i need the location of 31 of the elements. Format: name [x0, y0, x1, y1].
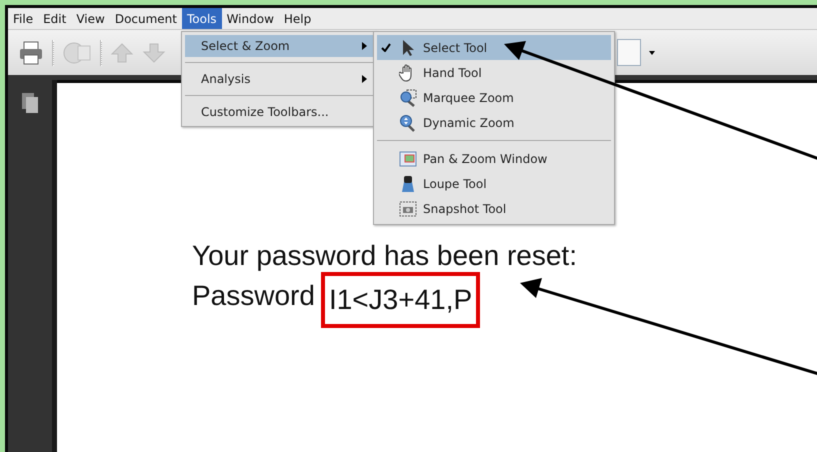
- window-icon: [399, 150, 417, 168]
- zoom-icon: [399, 114, 417, 132]
- menu-item[interactable]: Analysis: [185, 68, 373, 90]
- menu-item[interactable]: View: [71, 8, 110, 29]
- camera-icon: [399, 200, 417, 218]
- menu-item[interactable]: File: [8, 8, 38, 29]
- menu-item[interactable]: Marquee Zoom: [377, 85, 611, 110]
- menu-item[interactable]: Select Tool: [377, 35, 611, 60]
- menu-item[interactable]: Tools: [182, 8, 222, 29]
- password-value: I1<J3+41,P: [320, 272, 480, 328]
- caret-icon[interactable]: [649, 50, 655, 54]
- menu-item[interactable]: Edit: [38, 8, 72, 29]
- menu-item[interactable]: Select & Zoom: [185, 35, 373, 57]
- menu-item[interactable]: Pan & Zoom Window: [377, 146, 611, 171]
- heading-text: Your password has been reset:: [192, 239, 578, 273]
- menu-item[interactable]: Customize Toolbars...: [185, 101, 373, 123]
- menu-item[interactable]: Document: [110, 8, 182, 29]
- password-label: Password: [192, 279, 315, 313]
- menu-item[interactable]: Help: [278, 8, 316, 29]
- menu-item[interactable]: Hand Tool: [377, 60, 611, 85]
- down-arrow-icon[interactable]: [142, 40, 166, 64]
- printer-icon[interactable]: [18, 40, 44, 66]
- up-arrow-icon[interactable]: [110, 40, 134, 64]
- pages-icon[interactable]: [21, 92, 39, 114]
- menu-item[interactable]: Loupe Tool: [377, 171, 611, 196]
- menu-item[interactable]: Window: [222, 8, 279, 29]
- menu-item[interactable]: Dynamic Zoom: [377, 110, 611, 135]
- zoom-field[interactable]: [617, 39, 641, 66]
- loupe-icon: [399, 174, 417, 192]
- menu-item[interactable]: Snapshot Tool: [377, 196, 611, 221]
- zoom-icon: [399, 88, 417, 106]
